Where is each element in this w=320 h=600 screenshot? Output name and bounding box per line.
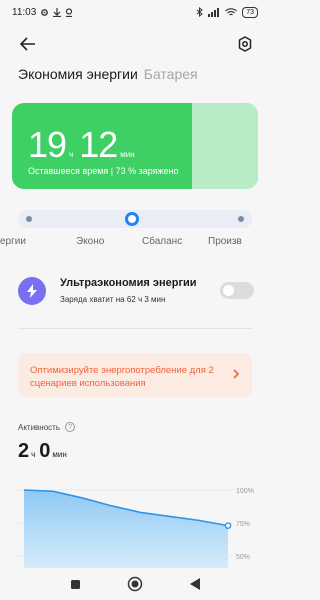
- mode-label-3[interactable]: Произв: [208, 236, 242, 247]
- y-tick-label: 50%: [236, 554, 250, 561]
- ultra-saving-toggle[interactable]: [220, 282, 254, 299]
- ultra-saving-title: Ультраэкономия энергии: [60, 277, 197, 289]
- download-status-icon: [53, 7, 62, 17]
- activity-minutes: 0: [39, 440, 51, 462]
- tab-power-saving[interactable]: Экономия энергии: [18, 66, 138, 82]
- y-tick-label: 100%: [236, 488, 254, 495]
- activity-minutes-unit: мин: [52, 450, 67, 459]
- recents-button[interactable]: [66, 575, 84, 593]
- mode-labels: ергии Эконо Сбаланс Произв: [0, 236, 270, 250]
- battery-indicator: 73: [242, 6, 258, 18]
- gear-icon: [238, 36, 252, 52]
- wifi-icon: [225, 7, 238, 15]
- hours-value: 19: [28, 124, 67, 165]
- mode-label-0[interactable]: ергии: [0, 236, 26, 247]
- hours-unit: ч: [69, 150, 74, 159]
- activity-header: Активность ?: [18, 422, 76, 432]
- top-bar: [0, 30, 270, 58]
- optimize-text: Оптимизируйте энергопотребление для 2 сц…: [30, 365, 214, 389]
- minutes-unit: мин: [120, 150, 135, 159]
- ultra-saving-subtitle: Заряда хватит на 62 ч 3 мин: [60, 295, 166, 304]
- mode-slider[interactable]: [18, 210, 252, 228]
- location-status-icon: [66, 7, 73, 17]
- battery-area: [24, 490, 228, 570]
- back-nav-button[interactable]: [186, 575, 204, 593]
- ultra-saving-row[interactable]: Ультраэкономия энергии Заряда хватит на …: [18, 275, 258, 307]
- activity-value: 2 ч 0 мин: [18, 440, 71, 463]
- hero-light-panel: [192, 103, 258, 189]
- tab-bar: Экономия энергии Батарея: [18, 66, 198, 82]
- tab-battery[interactable]: Батарея: [144, 66, 198, 82]
- chevron-right-icon: [230, 367, 242, 381]
- lightning-icon: [18, 277, 46, 305]
- remaining-time-card: 19 ч 12 мин Оставшееся время | 73 % заря…: [12, 103, 258, 189]
- settings-button[interactable]: [234, 33, 256, 55]
- settings-gear-status-icon: [41, 8, 49, 16]
- remaining-time: 19 ч 12 мин: [28, 127, 141, 163]
- activity-label: Активность: [18, 422, 61, 432]
- y-tick-label: 75%: [236, 521, 250, 528]
- mode-label-2[interactable]: Сбаланс: [142, 236, 182, 247]
- remaining-time-subtitle: Оставшееся время | 73 % заряжено: [28, 166, 179, 176]
- arrow-left-icon: [20, 37, 35, 51]
- toggle-knob: [223, 285, 234, 296]
- back-button[interactable]: [16, 34, 40, 54]
- bluetooth-icon: [196, 7, 204, 17]
- square-icon: [70, 579, 80, 589]
- minutes-value: 12: [79, 124, 118, 165]
- status-time: 11:03: [12, 6, 37, 18]
- circle-icon: [127, 576, 143, 592]
- divider: [18, 328, 252, 329]
- home-button[interactable]: [126, 575, 144, 593]
- optimize-card[interactable]: Оптимизируйте энергопотребление для 2 сц…: [18, 353, 252, 397]
- info-icon[interactable]: ?: [65, 422, 76, 432]
- mode-dot-0[interactable]: [26, 216, 32, 222]
- mode-label-1[interactable]: Эконо: [76, 236, 104, 247]
- mode-slider-thumb[interactable]: [125, 212, 139, 226]
- battery-level-chart: 100% 75% 50%: [18, 488, 254, 570]
- triangle-back-icon: [189, 578, 200, 590]
- navigation-bar: [0, 568, 270, 600]
- mode-dot-3[interactable]: [238, 216, 244, 222]
- status-bar: 11:03 73: [0, 0, 270, 24]
- signal-icon: [208, 7, 220, 17]
- activity-hours: 2: [18, 440, 30, 462]
- current-level-point: [224, 522, 232, 529]
- activity-hours-unit: ч: [31, 450, 36, 459]
